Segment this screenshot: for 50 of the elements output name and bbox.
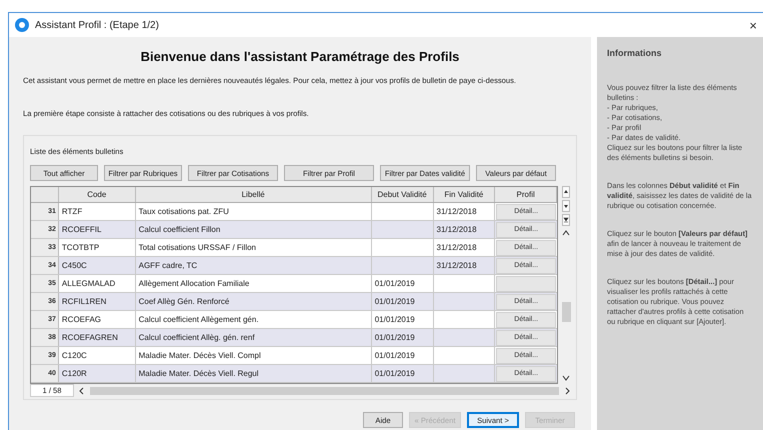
table-cell: C450C [62,261,87,270]
table-cell: Coef Allèg Gén. Renforcé [138,297,230,306]
table-cell: 01/01/2019 [374,333,415,342]
table-cell: 31/12/2018 [436,261,477,270]
chevron-down-icon[interactable] [562,374,570,382]
info-title: Informations [607,47,663,60]
horizontal-scrollbar[interactable] [90,386,559,395]
table-cell: Calcul coefficient Allègement gén. [138,315,259,324]
arrow-up-icon[interactable] [562,186,570,198]
table-cell: Maladie Mater. Décès Viell. Compl [138,351,261,360]
table-cell: C120C [62,351,87,360]
table-cell: 31/12/2018 [436,207,477,216]
table-cell: RCOEFAGREN [62,333,118,342]
page-heading: Bienvenue dans l'assistant Paramétrage des Profils [140,48,460,66]
table-cell: AGFF cadre, TC [138,261,198,270]
table-cell: Calcul coefficient Fillon [138,225,220,234]
table-cell: Calcul coefficient Allèg. gén. renf [138,333,255,342]
table-cell: RCOEFFIL [62,225,102,234]
table-cell: TCOTBTP [62,243,100,252]
arrow-down-icon[interactable] [562,200,570,212]
arrow-down-icon[interactable] [562,214,570,226]
table-cell: 01/01/2019 [374,297,415,306]
column-header[interactable]: Debut Validité [372,187,434,202]
table-cell: Maladie Mater. Décès Viell. Regul [138,369,259,378]
column-header[interactable]: Fin Validité [434,187,496,202]
table-cell: 01/01/2019 [374,279,415,288]
table-cell: Taux cotisations pat. ZFU [138,207,229,216]
vertical-scrollbar[interactable] [560,186,572,382]
column-header[interactable]: Code [58,187,136,202]
table-cell: 31/12/2018 [436,243,477,252]
chevron-left-icon[interactable] [78,386,86,395]
scrollbar-thumb[interactable] [562,302,571,322]
table-cell: C120R [62,369,87,378]
table-cell: RCFIL1REN [62,297,106,306]
table-cell: Allègement Allocation Familiale [138,279,250,288]
table-cell: 01/01/2019 [374,351,415,360]
window-title: Assistant Profil : (Etape 1/2) [35,18,159,32]
table-cell: Total cotisations URSSAF / Fillon [138,243,256,252]
table-cell: 01/01/2019 [374,315,415,324]
chevron-right-icon[interactable] [563,386,571,395]
table-cell: RTZF [62,207,82,216]
table-cell: 31/12/2018 [436,225,477,234]
table-cell: ALLEGMALAD [62,279,116,288]
column-header[interactable]: Libellé [136,187,372,202]
close-button[interactable]: × [749,18,757,32]
app-logo-icon [15,18,29,32]
chevron-up-icon[interactable] [562,229,570,238]
column-header[interactable]: Profil [495,187,558,202]
table-cell: RCOEFAG [62,315,102,324]
table-cell: 01/01/2019 [374,369,415,378]
